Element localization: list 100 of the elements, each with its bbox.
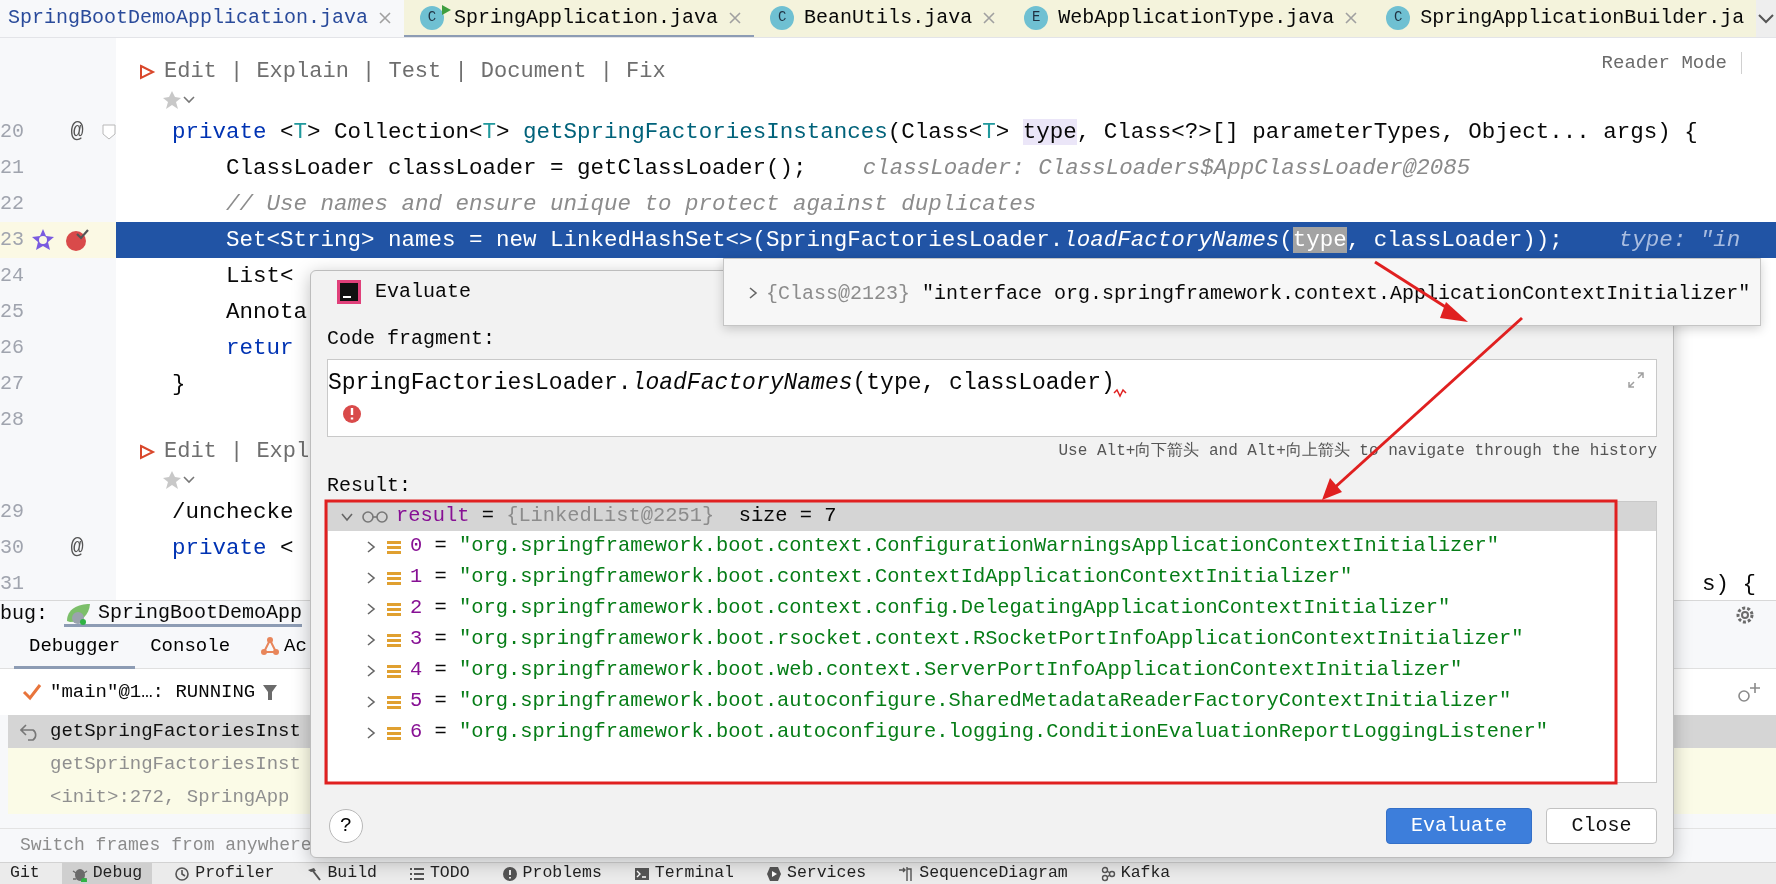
tool-window-button[interactable]: Build [296, 862, 387, 884]
line-number: 26 [0, 335, 24, 361]
play-icon [766, 865, 782, 882]
editor-tab[interactable]: C BeanUtils.java [754, 0, 1009, 37]
alert-icon [501, 865, 518, 882]
editor-tab[interactable]: C SpringApplication.java [404, 0, 755, 37]
filter-icon[interactable] [263, 683, 278, 701]
caret-icon[interactable] [183, 96, 195, 104]
clock-icon [174, 865, 191, 882]
code-line: ClassLoader classLoader = getClassLoader(); [226, 154, 807, 183]
object-id: {Class@2123} [766, 281, 911, 307]
node-label: 4 = "org.springframework.boot.web.context.ServerPortInfoApplicationContextInitializer" [410, 657, 1463, 684]
tree-row[interactable]: 6 = "org.springframework.boot.autoconfigure.logging.ConditionEvaluationReportLoggingListener" [328, 717, 1656, 748]
line-number: 28 [0, 407, 24, 433]
node-label: result = {LinkedList@2251} size = 7 [396, 503, 837, 530]
code-line: } [172, 370, 186, 399]
tree-row[interactable]: 0 = "org.springframework.boot.context.ConfigurationWarningsApplicationContextInitializer" [328, 531, 1656, 562]
field-label: Result: [327, 473, 411, 499]
check-icon [22, 683, 42, 701]
tool-window-button[interactable]: TODO [398, 862, 480, 884]
play-outline-icon [138, 443, 156, 461]
reader-mode-link[interactable]: Reader Mode [1601, 52, 1742, 74]
node-label: 5 = "org.springframework.boot.autoconfigure.SharedMetadataReaderFactoryContextInitializer" [410, 688, 1512, 715]
stack-icon [386, 693, 402, 710]
evaluate-button[interactable]: Evaluate [1386, 808, 1532, 844]
tree-row[interactable]: 5 = "org.springframework.boot.autoconfigure.SharedMetadataReaderFactoryContextInitializer" [328, 686, 1656, 717]
hammer-icon [306, 865, 323, 882]
help-button[interactable]: ? [329, 809, 363, 843]
nodes-icon [260, 636, 281, 656]
code-line: retur [226, 334, 294, 363]
editor-tab[interactable]: E WebApplicationType.java [1008, 0, 1371, 37]
glasses-icon [362, 509, 388, 524]
code-line: /unchecke [172, 498, 294, 527]
line-number: 22 [0, 191, 24, 217]
sequence-icon [898, 865, 915, 882]
expand-icon[interactable] [1628, 372, 1644, 388]
line-number: 30 [0, 535, 24, 561]
chevron-down-icon[interactable] [1757, 12, 1776, 25]
code-line: // Use names and ensure unique to protect against duplicates [226, 190, 1037, 219]
node-label: 1 = "org.springframework.boot.context.ContextIdApplicationContextInitializer" [410, 564, 1353, 591]
session-tab[interactable]: SpringBootDemoApp [64, 601, 303, 627]
star-icon [30, 227, 56, 253]
file-type-icon: C [770, 5, 795, 30]
inlay-hint: classLoader: ClassLoaders$AppClassLoader@2085 [862, 154, 1471, 183]
panel-tab[interactable]: Console [135, 626, 246, 669]
tool-window-button[interactable]: Terminal [623, 862, 744, 884]
play-outline-icon [138, 63, 156, 81]
breakpoint-icon[interactable] [65, 228, 89, 252]
code-line: Annota [226, 298, 308, 327]
editor-tab[interactable]: C SpringApplicationBuilder.ja [1370, 0, 1757, 37]
close-button[interactable]: Close [1546, 808, 1657, 844]
line-number: 27 [0, 371, 24, 397]
stack-icon [386, 600, 402, 617]
tool-window-button[interactable]: SequenceDiagram [888, 862, 1078, 884]
dialog-title: Evaluate [375, 279, 471, 305]
code-fragment-field[interactable]: SpringFactoriesLoader.loadFactoryNames(type, classLoader) [327, 359, 1657, 437]
app-logo-icon [337, 280, 361, 304]
run-icon [440, 3, 453, 16]
stack-icon [386, 569, 402, 586]
file-type-icon: C [420, 5, 445, 30]
node-label: 3 = "org.springframework.boot.rsocket.context.RSocketPortInfoApplicationContextInitializer" [410, 626, 1524, 653]
stack-icon [386, 631, 402, 648]
settings-icon[interactable] [1734, 604, 1756, 626]
tool-window-button[interactable]: Profiler [164, 862, 285, 884]
field-label: Code fragment: [327, 326, 496, 352]
terminal-icon [633, 865, 650, 882]
override-mark[interactable]: @ [70, 114, 84, 150]
star-icon[interactable] [161, 469, 183, 491]
tree-row[interactable]: result = {LinkedList@2251} size = 7 [328, 502, 1656, 531]
code-line: private < [172, 534, 294, 563]
tree-row[interactable]: 2 = "org.springframework.boot.context.config.DelegatingApplicationContextInitializer" [328, 593, 1656, 624]
code-line: List< [226, 262, 294, 291]
override-mark[interactable]: @ [70, 530, 84, 566]
code-line: private <T> Collection<T> getSpringFactoriesInstances(Class<T> type, Class<?>[] parameterTypes, Object... args) { [172, 118, 1698, 147]
inlay-hint: type: "in [1618, 226, 1741, 255]
file-type-icon: E [1024, 5, 1049, 30]
thread-status: "main"@1…: RUNNING [50, 679, 256, 705]
stack-icon [386, 724, 402, 741]
nodes-icon [1099, 865, 1116, 882]
code-line: s) { [1702, 570, 1757, 599]
tree-row[interactable]: 3 = "org.springframework.boot.rsocket.context.RSocketPortInfoApplicationContextInitializer" [328, 624, 1656, 655]
tool-window-button[interactable]: Debug [61, 862, 153, 884]
line-number: 20 [0, 119, 24, 145]
tool-window-button[interactable]: Problems [491, 862, 612, 884]
tool-window-button[interactable]: Kafka [1089, 862, 1181, 884]
code-vision-actions[interactable]: Edit | Explain | Test | Document | Fix [164, 58, 666, 86]
star-icon[interactable] [161, 89, 183, 111]
tree-row[interactable]: 1 = "org.springframework.boot.context.ContextIdApplicationContextInitializer" [328, 562, 1656, 593]
line-number: 24 [0, 263, 24, 289]
code-line: Set<String> names = new LinkedHashSet<>(SpringFactoriesLoader.loadFactoryNames(type, classLoader)); [226, 226, 1563, 255]
tool-window-button[interactable]: Git [0, 862, 50, 884]
panel-title: bug: [0, 601, 48, 627]
caret-icon[interactable] [183, 476, 195, 484]
node-label: 2 = "org.springframework.boot.context.config.DelegatingApplicationContextInitializer" [410, 595, 1451, 622]
error-squiggle [1112, 388, 1127, 398]
tree-row[interactable]: 4 = "org.springframework.boot.web.context.ServerPortInfoApplicationContextInitializer" [328, 655, 1656, 686]
code-vision-actions[interactable]: Edit | Expl [164, 438, 310, 466]
tool-window-button[interactable]: Services [756, 862, 877, 884]
line-number: 21 [0, 155, 24, 181]
node-label: 6 = "org.springframework.boot.autoconfigure.logging.ConditionEvaluationReportLoggingListener" [410, 719, 1548, 746]
